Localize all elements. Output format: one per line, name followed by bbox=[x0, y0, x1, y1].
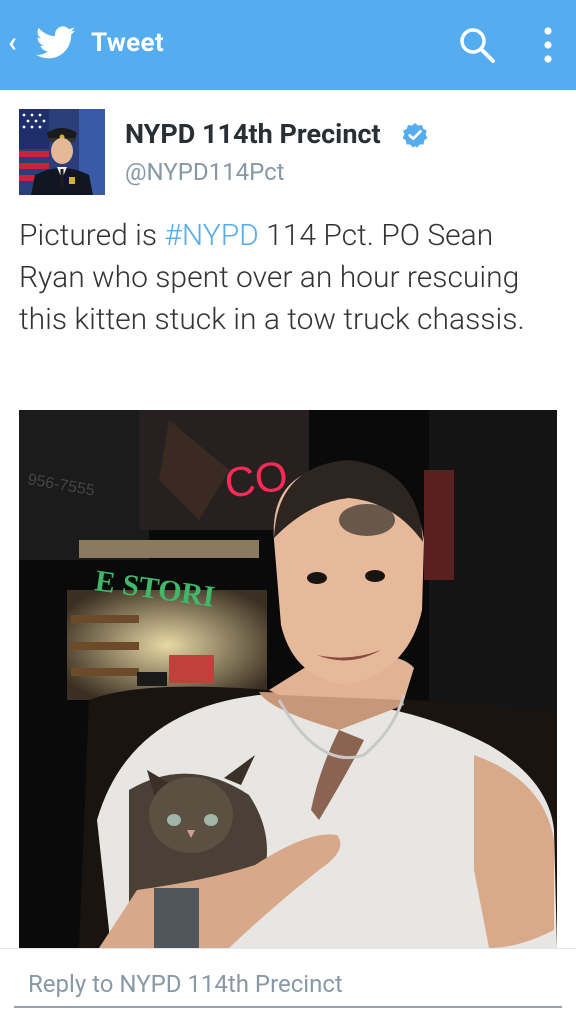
reply-input[interactable]: Reply to NYPD 114th Precinct bbox=[14, 960, 562, 1008]
hashtag-link[interactable]: #NYPD bbox=[164, 218, 258, 253]
tweet-text-start: Pictured is bbox=[19, 218, 165, 253]
reply-placeholder: Reply to NYPD 114th Precinct bbox=[28, 970, 343, 998]
avatar[interactable] bbox=[19, 109, 105, 195]
tweet-photo[interactable]: 956-7555 E STORI CO bbox=[19, 410, 557, 948]
back-chevron-icon[interactable]: ‹ bbox=[8, 28, 17, 56]
author-handle[interactable]: @NYPD114Pct bbox=[125, 158, 285, 186]
overflow-menu-icon[interactable] bbox=[538, 26, 558, 64]
author-name[interactable]: NYPD 114th Precinct bbox=[125, 118, 381, 150]
twitter-bird-icon bbox=[36, 26, 76, 59]
tweet-text: Pictured is #NYPD 114 Pct. PO Sean Ryan … bbox=[19, 215, 559, 341]
app-bar-title: Tweet bbox=[91, 28, 164, 58]
search-icon[interactable] bbox=[458, 26, 496, 64]
divider bbox=[0, 948, 576, 949]
verified-badge-icon bbox=[402, 123, 428, 148]
app-bar: ‹ Tweet bbox=[0, 0, 576, 90]
